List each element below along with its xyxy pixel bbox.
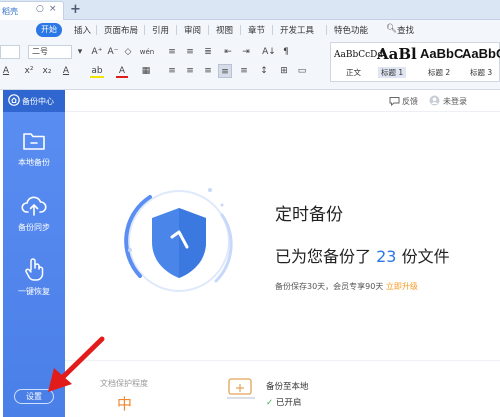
menu-divider [96, 25, 97, 35]
pin-tab-icon[interactable]: ○ [36, 4, 44, 14]
increase-indent-icon[interactable]: ⇥ [240, 45, 252, 59]
subscript-icon[interactable]: x₂ [40, 64, 54, 78]
computer-backup-icon [227, 378, 255, 399]
backup-summary-suffix: 份文件 [401, 247, 450, 266]
backup-local-label: 备份至本地 [266, 382, 309, 392]
bullets-icon[interactable]: ≡ [166, 45, 178, 59]
document-tab-title: 稻壳 [2, 7, 18, 16]
style-sample-heading1[interactable]: AaBl [377, 45, 417, 63]
style-label-heading3: 标题 3 [470, 68, 493, 77]
sidebar-item-label: 本地备份 [18, 158, 50, 167]
char-border-icon[interactable]: ▦ [140, 64, 152, 78]
grow-font-icon[interactable]: A⁺ [90, 45, 104, 59]
font-size-select[interactable]: 二号 [28, 45, 72, 59]
close-tab-icon[interactable]: × [49, 4, 57, 14]
text-effect-icon[interactable]: A [60, 64, 72, 78]
menu-developer[interactable]: 开发工具 [280, 24, 314, 36]
style-sample-heading3[interactable]: AaBbC [462, 46, 500, 61]
justify-icon[interactable]: ≡ [218, 64, 232, 78]
backup-status: ✓ 已开启 [266, 396, 301, 408]
line-spacing-icon[interactable]: ↕ [258, 64, 270, 78]
login-status[interactable]: 未登录 [443, 96, 467, 107]
underline-icon[interactable]: A [0, 64, 12, 78]
font-size-dropdown-icon[interactable]: ▾ [74, 45, 86, 59]
menu-divider [326, 25, 327, 35]
protection-level-value: 中 [117, 395, 133, 413]
menu-view[interactable]: 视图 [216, 24, 233, 36]
page-title: 定时备份 [275, 205, 343, 225]
align-left-icon[interactable]: ≡ [166, 64, 178, 78]
shading-icon[interactable]: ⊞ [278, 64, 290, 78]
search-button[interactable]: 查找 [397, 24, 414, 36]
shield-illustration [124, 188, 233, 292]
menu-divider [240, 25, 241, 35]
clear-format-icon[interactable]: ◇ [122, 45, 134, 59]
menu-features[interactable]: 特色功能 [334, 24, 368, 36]
multilevel-list-icon[interactable]: ≣ [202, 45, 214, 59]
retention-text: 备份保存30天，会员专享90天 [275, 282, 384, 291]
retention-info: 备份保存30天，会员专享90天 立即升级 [275, 281, 418, 292]
align-center-icon[interactable]: ≡ [184, 64, 196, 78]
menu-start-tab[interactable]: 开始 [36, 23, 62, 37]
style-label-normal: 正文 [346, 68, 361, 77]
font-color-icon[interactable]: A [116, 64, 128, 78]
touch-icon [25, 258, 44, 281]
style-label-heading2: 标题 2 [428, 68, 451, 77]
menu-chapter[interactable]: 章节 [248, 24, 265, 36]
check-icon: ✓ [266, 398, 274, 408]
backup-summary-prefix: 已为您备份了 [275, 247, 372, 266]
menu-divider [272, 25, 273, 35]
menu-references[interactable]: 引用 [152, 24, 169, 36]
upgrade-link[interactable]: 立即升级 [386, 282, 418, 291]
numbering-icon[interactable]: ≡ [184, 45, 196, 59]
sort-icon[interactable]: A↓ [262, 45, 276, 59]
borders-icon[interactable]: ▭ [296, 64, 308, 78]
superscript-icon[interactable]: x² [22, 64, 36, 78]
new-tab-button[interactable]: + [70, 2, 81, 17]
feedback-icon [389, 97, 400, 106]
backup-status-text: 已开启 [275, 398, 302, 408]
sidebar-item-label: 一键恢复 [18, 287, 50, 296]
folder-icon [23, 133, 45, 150]
highlight-icon[interactable]: ab [90, 64, 104, 78]
shrink-font-icon[interactable]: A⁻ [106, 45, 120, 59]
menu-page-layout[interactable]: 页面布局 [104, 24, 138, 36]
menu-insert[interactable]: 插入 [74, 24, 91, 36]
decrease-indent-icon[interactable]: ⇤ [222, 45, 234, 59]
style-label-heading1: 标题 1 [378, 67, 407, 78]
bottom-divider [65, 360, 500, 361]
user-avatar-icon[interactable] [429, 95, 440, 106]
show-marks-icon[interactable]: ¶ [280, 45, 292, 59]
menu-divider [176, 25, 177, 35]
menu-review[interactable]: 审阅 [184, 24, 201, 36]
sidebar-header-label: 备份中心 [22, 97, 54, 106]
menu-divider [208, 25, 209, 35]
search-icon[interactable]: 🔍︎ [386, 24, 397, 34]
annotation-arrow-icon [48, 336, 105, 392]
sidebar-item-label: 备份同步 [18, 223, 50, 232]
phonetic-guide-icon[interactable]: wén [137, 45, 157, 59]
backup-summary: 已为您备份了 23 份文件 [275, 243, 450, 267]
home-icon [8, 94, 20, 106]
backup-count: 23 [376, 247, 397, 266]
menu-divider [144, 25, 145, 35]
cloud-upload-icon [21, 196, 47, 216]
style-sample-normal[interactable]: AaBbCcDd [334, 50, 383, 60]
align-right-icon[interactable]: ≡ [202, 64, 214, 78]
distributed-icon[interactable]: ≡ [238, 64, 250, 78]
protection-level-label: 文档保护程度 [100, 379, 148, 388]
style-sample-heading2[interactable]: AaBbC [420, 46, 463, 61]
feedback-link[interactable]: 反馈 [402, 96, 418, 107]
font-name-select[interactable] [0, 45, 20, 59]
